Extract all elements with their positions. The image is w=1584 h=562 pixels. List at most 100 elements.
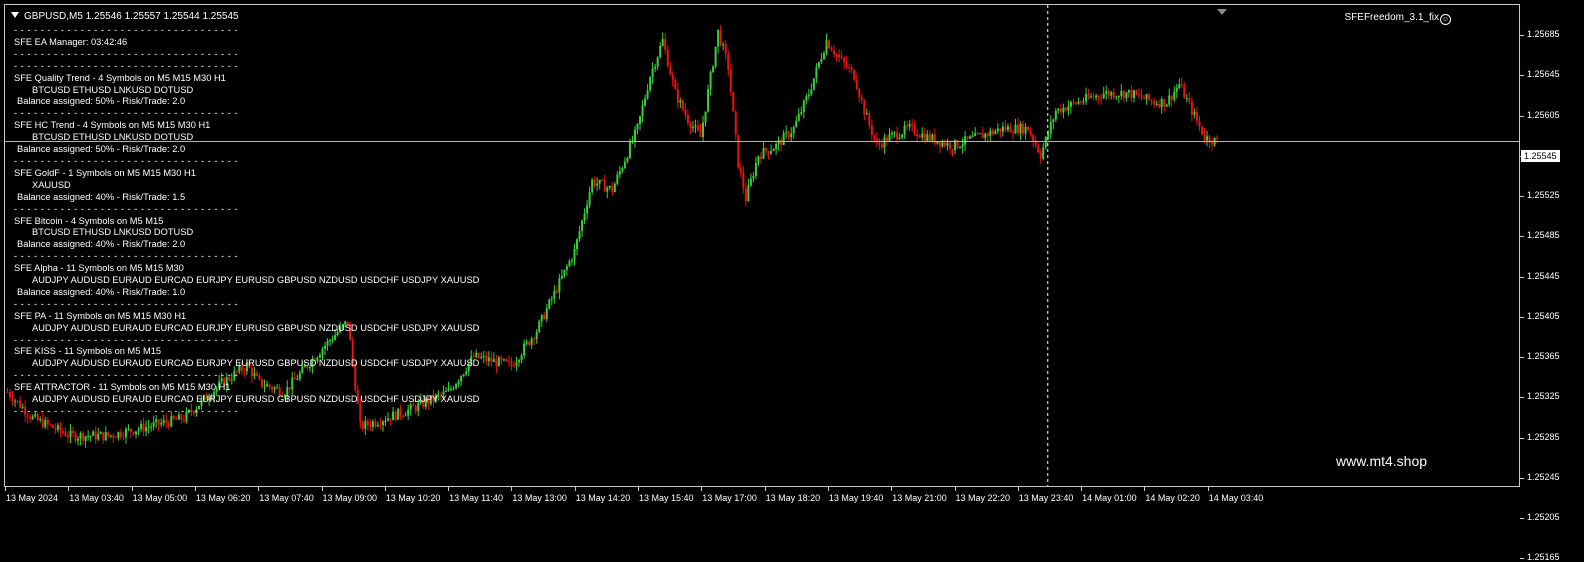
time-tick bbox=[954, 487, 956, 491]
bear-candle bbox=[845, 62, 848, 68]
bull-candle bbox=[626, 157, 629, 162]
bull-candle bbox=[613, 183, 616, 193]
bear-candle bbox=[528, 341, 531, 345]
bull-candle bbox=[936, 141, 939, 144]
bear-candle bbox=[840, 57, 843, 59]
bull-candle bbox=[530, 338, 533, 345]
bull-candle bbox=[44, 419, 47, 428]
bear-candle bbox=[732, 91, 735, 112]
bear-candle bbox=[6, 391, 9, 393]
bear-candle bbox=[1211, 142, 1214, 145]
bull-candle bbox=[961, 144, 964, 147]
bull-candle bbox=[1069, 101, 1072, 107]
bull-candle bbox=[984, 133, 987, 139]
bull-candle bbox=[124, 429, 127, 438]
bull-candle bbox=[694, 125, 697, 127]
bull-candle bbox=[1067, 106, 1070, 111]
time-label: 13 May 05:00 bbox=[132, 493, 188, 503]
price-tick bbox=[1520, 236, 1524, 238]
time-label: 13 May 22:20 bbox=[955, 493, 1011, 503]
bear-candle bbox=[966, 136, 969, 139]
separator-line: - - - - - - - - - - - - - - - - - - - - … bbox=[14, 203, 238, 214]
bear-candle bbox=[976, 133, 979, 135]
bull-candle bbox=[1178, 84, 1181, 88]
chart-header: GBPUSD,M5 1.25546 1.25557 1.25544 1.2554… bbox=[11, 11, 239, 22]
bear-candle bbox=[74, 433, 77, 441]
strategy-balance: Balance assigned: 40% - Risk/Trade: 2.0 bbox=[17, 239, 186, 250]
bear-candle bbox=[61, 431, 64, 433]
bull-candle bbox=[707, 89, 710, 112]
bull-candle bbox=[621, 168, 624, 171]
bear-candle bbox=[848, 67, 851, 69]
bull-candle bbox=[633, 129, 636, 141]
bull-candle bbox=[1145, 94, 1148, 99]
chart-window[interactable]: GBPUSD,M5 1.25546 1.25557 1.25544 1.2554… bbox=[4, 4, 1520, 487]
price-label: 1.25165 bbox=[1527, 552, 1560, 562]
bear-candle bbox=[601, 179, 604, 181]
time-label: 13 May 06:20 bbox=[195, 493, 251, 503]
bear-candle bbox=[555, 290, 558, 293]
bear-candle bbox=[948, 142, 951, 150]
bull-candle bbox=[69, 430, 72, 437]
price-tick bbox=[1520, 558, 1524, 560]
bull-candle bbox=[1024, 126, 1027, 134]
bull-candle bbox=[553, 290, 556, 299]
bear-candle bbox=[533, 338, 536, 340]
bear-candle bbox=[374, 421, 377, 426]
price-label: 1.25685 bbox=[1527, 29, 1560, 39]
bull-candle bbox=[520, 355, 523, 361]
bear-candle bbox=[1216, 137, 1219, 139]
bear-candle bbox=[928, 134, 931, 141]
time-label: 14 May 02:20 bbox=[1145, 493, 1200, 503]
price-tick bbox=[1520, 477, 1524, 479]
bear-candle bbox=[951, 149, 954, 151]
bull-candle bbox=[155, 419, 158, 423]
bear-candle bbox=[830, 48, 833, 51]
bull-candle bbox=[805, 96, 808, 101]
chart-shift-marker-icon[interactable] bbox=[1217, 9, 1227, 15]
chart-menu-triangle-icon[interactable] bbox=[11, 12, 19, 18]
bear-candle bbox=[744, 188, 747, 202]
bull-candle bbox=[797, 113, 800, 121]
bull-candle bbox=[815, 67, 818, 79]
bear-candle bbox=[870, 125, 873, 136]
bull-candle bbox=[1052, 119, 1055, 123]
time-label: 13 May 18:20 bbox=[765, 493, 821, 503]
bear-candle bbox=[1032, 134, 1035, 142]
current-price-label: 1.25545 bbox=[1521, 150, 1560, 162]
bull-candle bbox=[1127, 89, 1130, 93]
bull-candle bbox=[97, 434, 100, 440]
bear-candle bbox=[122, 436, 125, 438]
price-tick bbox=[1520, 196, 1524, 197]
bull-candle bbox=[754, 162, 757, 176]
price-tick bbox=[1520, 35, 1524, 36]
price-label: 1.25445 bbox=[1527, 270, 1560, 281]
time-tick bbox=[131, 487, 133, 491]
bear-candle bbox=[1163, 98, 1166, 107]
bear-candle bbox=[1188, 98, 1191, 102]
bear-candle bbox=[1170, 95, 1173, 100]
bull-candle bbox=[480, 356, 483, 359]
bear-candle bbox=[1140, 94, 1143, 98]
separator-line: - - - - - - - - - - - - - - - - - - - - … bbox=[14, 48, 238, 59]
expert-advisor-title[interactable]: SFEFreedom_3.1_fix ☺ bbox=[1345, 12, 1451, 25]
bull-candle bbox=[558, 278, 561, 293]
strategy-title: SFE Bitcoin - 4 Symbols on M5 M15 bbox=[14, 215, 164, 226]
bear-candle bbox=[389, 418, 392, 421]
bull-candle bbox=[996, 128, 999, 132]
strategy-balance: Balance assigned: 50% - Risk/Trade: 2.0 bbox=[17, 144, 186, 155]
smiley-face-icon: ☺ bbox=[1440, 14, 1451, 25]
time-label: 13 May 17:00 bbox=[702, 493, 757, 503]
bear-candle bbox=[1087, 94, 1090, 98]
bull-candle bbox=[712, 66, 715, 73]
bear-candle bbox=[1100, 97, 1103, 99]
bear-candle bbox=[828, 40, 831, 49]
bear-candle bbox=[1059, 108, 1062, 113]
bull-candle bbox=[145, 426, 148, 432]
bear-candle bbox=[114, 437, 117, 439]
bull-candle bbox=[384, 420, 387, 422]
bear-candle bbox=[878, 143, 881, 145]
bull-candle bbox=[538, 321, 541, 332]
bear-candle bbox=[1097, 95, 1100, 98]
price-tick bbox=[1520, 397, 1524, 399]
